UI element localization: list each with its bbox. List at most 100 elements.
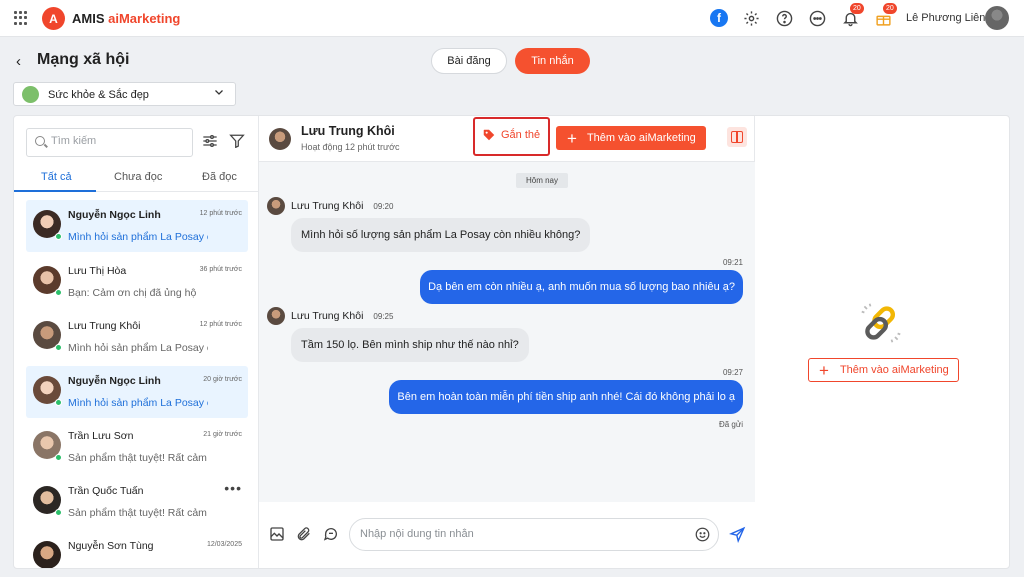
contact-status: Hoạt động 12 phút trước <box>301 142 400 152</box>
tag-button[interactable]: Gắn thẻ <box>473 117 550 156</box>
conversation-time: 12 phút trước <box>199 210 242 217</box>
message-time: 09:21 <box>722 258 743 267</box>
facebook-icon[interactable]: f <box>710 9 728 27</box>
avatar <box>33 541 61 568</box>
incoming-message[interactable]: Tầm 150 lọ. Bên mình ship như thế nào nh… <box>291 328 529 362</box>
message-input-box[interactable] <box>349 518 719 551</box>
conversation-name: Nguyễn Ngọc Linh <box>68 209 161 221</box>
tab-unread[interactable]: Chưa đọc <box>114 171 162 183</box>
page-title: Mạng xã hội <box>37 51 130 68</box>
page-selector[interactable]: Sức khỏe & Sắc đẹp <box>13 82 236 106</box>
send-icon[interactable] <box>728 526 746 544</box>
search-box[interactable] <box>26 128 193 157</box>
message-time: 09:27 <box>722 368 743 377</box>
message-time: 09:25 <box>373 311 394 321</box>
sender-name: Lưu Trung Khôi <box>291 200 364 212</box>
message-composer <box>259 502 755 568</box>
message-input[interactable] <box>360 528 680 540</box>
tab-posts[interactable]: Bài đăng <box>431 48 507 74</box>
conversation-tabs: Tất cả Chưa đọc Đã đọc <box>14 166 259 192</box>
conversation-item[interactable]: Trần Quốc Tuấn ••• Sản phẩm thật tuyệt! … <box>26 476 248 528</box>
promotion-count-badge: 20 <box>883 3 897 14</box>
online-status-dot <box>55 509 62 516</box>
settings-icon[interactable] <box>742 9 760 27</box>
sender-avatar <box>267 307 285 325</box>
contact-avatar[interactable] <box>269 128 291 150</box>
conversation-item[interactable]: Trần Lưu Sơn 21 giờ trước Sản phẩm thật … <box>26 421 248 473</box>
conversation-snippet: Sản phẩm thật tuyệt! Rất cảm ơn <box>68 452 208 464</box>
help-icon[interactable] <box>775 9 793 27</box>
panel-add-button-label: Thêm vào aiMarketing <box>839 364 949 376</box>
conversation-time: 12/03/2025 <box>206 541 242 548</box>
outgoing-message[interactable]: Dạ bên em còn nhiều ạ, anh muốn mua số l… <box>420 270 743 304</box>
more-options-icon[interactable]: ••• <box>224 480 242 496</box>
conversation-name: Lưu Thị Hòa <box>68 265 127 277</box>
top-bar: A AMIS aiMarketing f 20 20 Lê Phương Liê… <box>0 0 1024 37</box>
user-name[interactable]: Lê Phương Liên <box>906 12 985 24</box>
search-icon <box>35 136 45 146</box>
tab-messages[interactable]: Tin nhắn <box>515 48 590 74</box>
conversation-time: 21 giờ trước <box>203 431 242 438</box>
conversation-item[interactable]: Lưu Trung Khôi 12 phút trước Mình hỏi sả… <box>26 311 248 363</box>
add-to-aimarketing-button[interactable]: + Thêm vào aiMarketing <box>556 126 706 150</box>
chevron-down-icon <box>213 86 225 101</box>
tag-icon <box>483 129 495 141</box>
conversation-item[interactable]: Nguyễn Ngọc Linh 20 giờ trước Mình hỏi s… <box>26 366 248 418</box>
conversation-sidebar: Tất cả Chưa đọc Đã đọc Nguyễn Ngọc Linh … <box>14 116 259 568</box>
plus-icon: + <box>567 128 577 148</box>
sender-name: Lưu Trung Khôi <box>291 310 364 322</box>
day-separator: Hôm nay <box>516 173 568 188</box>
online-status-dot <box>55 454 62 461</box>
brand-logo-icon[interactable]: A <box>42 7 65 30</box>
back-arrow-icon[interactable]: ‹ <box>16 53 21 70</box>
message-sender: Lưu Trung Khôi 09:20 <box>267 197 393 215</box>
chat-panel: Lưu Trung Khôi Hoạt động 12 phút trước G… <box>259 116 755 568</box>
messaging-card: Tất cả Chưa đọc Đã đọc Nguyễn Ngọc Linh … <box>13 115 1010 569</box>
app-grid-icon[interactable] <box>14 11 28 25</box>
message-time: 09:20 <box>373 201 394 211</box>
conversation-snippet: Bạn: Cảm ơn chị đã ủng hộ <box>68 287 197 299</box>
conversation-item[interactable]: Lưu Thị Hòa 36 phút trước Bạn: Cảm ơn ch… <box>26 256 248 308</box>
toggle-side-panel-icon[interactable] <box>727 127 747 147</box>
conversation-snippet: Mình hỏi sản phẩm La Posay còn nhiều khô… <box>68 397 208 409</box>
conversation-time: 20 giờ trước <box>203 376 242 383</box>
conversation-snippet: Mình hỏi sản phẩm La Posay còn nhiều khô… <box>68 342 208 354</box>
promotion-icon[interactable]: 20 <box>874 3 897 27</box>
image-icon[interactable] <box>269 526 285 542</box>
conversation-name: Trần Quốc Tuấn <box>68 485 144 497</box>
sent-status: Đã gửi <box>718 420 743 429</box>
page-avatar <box>22 86 39 103</box>
panel-add-to-aimarketing-button[interactable]: + Thêm vào aiMarketing <box>808 358 959 382</box>
outgoing-message[interactable]: Bên em hoàn toàn miễn phí tiền ship anh … <box>389 380 743 414</box>
more-apps-icon[interactable] <box>808 9 826 27</box>
chat-header: Lưu Trung Khôi Hoạt động 12 phút trước G… <box>259 116 755 162</box>
incoming-message[interactable]: Mình hỏi số lượng sản phẩm La Posay còn … <box>291 218 591 252</box>
sort-sliders-icon[interactable] <box>202 134 218 148</box>
tab-read[interactable]: Đã đọc <box>202 171 237 183</box>
message-sender: Lưu Trung Khôi 09:25 <box>267 307 393 325</box>
plus-icon: + <box>819 360 829 380</box>
brand-name: AMIS aiMarketing <box>72 11 180 26</box>
conversation-name: Nguyễn Ngọc Linh <box>68 375 161 387</box>
brand-prefix: AMIS <box>72 11 105 26</box>
search-input[interactable] <box>51 135 186 147</box>
notification-count-badge: 20 <box>850 3 864 14</box>
user-avatar[interactable] <box>985 6 1009 30</box>
notification-bell-icon[interactable]: 20 <box>841 3 864 27</box>
contact-name[interactable]: Lưu Trung Khôi <box>301 124 395 138</box>
tab-all[interactable]: Tất cả <box>41 171 72 183</box>
active-tab-indicator <box>14 190 96 192</box>
message-thread: Hôm nay Lưu Trung Khôi 09:20 Mình hỏi số… <box>259 162 755 502</box>
online-status-dot <box>55 289 62 296</box>
attachment-icon[interactable] <box>296 526 312 542</box>
contact-info-panel: + Thêm vào aiMarketing <box>755 116 1009 568</box>
add-button-label: Thêm vào aiMarketing <box>586 132 696 144</box>
filter-icon[interactable] <box>229 134 245 149</box>
conversation-snippet: Mình hỏi sản phẩm La Posay còn nhiều khô… <box>68 231 208 243</box>
conversation-name: Nguyễn Sơn Tùng <box>68 540 154 552</box>
conversation-time: 12 phút trước <box>199 321 242 328</box>
conversation-item[interactable]: Nguyễn Sơn Tùng 12/03/2025 <box>26 531 248 568</box>
emoji-icon[interactable] <box>695 527 710 542</box>
quick-reply-icon[interactable] <box>323 526 339 542</box>
conversation-item[interactable]: Nguyễn Ngọc Linh 12 phút trước Mình hỏi … <box>26 200 248 252</box>
